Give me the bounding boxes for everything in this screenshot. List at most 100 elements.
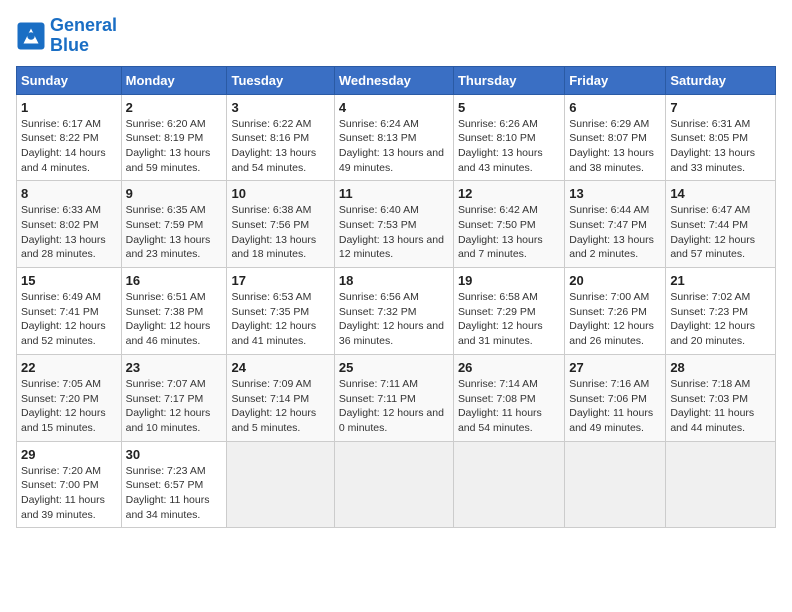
calendar-cell bbox=[453, 441, 564, 528]
day-info: Sunrise: 7:07 AMSunset: 7:17 PMDaylight:… bbox=[126, 377, 223, 436]
day-number: 30 bbox=[126, 447, 223, 462]
day-number: 6 bbox=[569, 100, 661, 115]
calendar-week-row: 22 Sunrise: 7:05 AMSunset: 7:20 PMDayligh… bbox=[17, 354, 776, 441]
day-number: 21 bbox=[670, 273, 771, 288]
day-info: Sunrise: 7:02 AMSunset: 7:23 PMDaylight:… bbox=[670, 290, 771, 349]
day-number: 14 bbox=[670, 186, 771, 201]
calendar-cell: 11 Sunrise: 6:40 AMSunset: 7:53 PMDayligh… bbox=[334, 181, 453, 268]
calendar-cell: 7Sunrise: 6:31 AMSunset: 8:05 PMDaylight… bbox=[666, 94, 776, 181]
calendar-cell: 18 Sunrise: 6:56 AMSunset: 7:32 PMDayligh… bbox=[334, 268, 453, 355]
calendar-cell: 3 Sunrise: 6:22 AMSunset: 8:16 PMDaylight… bbox=[227, 94, 334, 181]
calendar-cell: 13Sunrise: 6:44 AMSunset: 7:47 PMDayligh… bbox=[565, 181, 666, 268]
day-info: Sunrise: 6:47 AMSunset: 7:44 PMDaylight:… bbox=[670, 203, 771, 262]
calendar-week-row: 1 Sunrise: 6:17 AMSunset: 8:22 PMDaylight… bbox=[17, 94, 776, 181]
calendar-cell: 16 Sunrise: 6:51 AMSunset: 7:38 PMDayligh… bbox=[121, 268, 227, 355]
weekday-header: Saturday bbox=[666, 66, 776, 94]
calendar-cell: 29 Sunrise: 7:20 AMSunset: 7:00 PMDayligh… bbox=[17, 441, 122, 528]
day-info: Sunrise: 6:33 AMSunset: 8:02 PMDaylight:… bbox=[21, 203, 117, 262]
day-number: 4 bbox=[339, 100, 449, 115]
day-info: Sunrise: 7:14 AMSunset: 7:08 PMDaylight:… bbox=[458, 377, 560, 436]
calendar-cell: 30 Sunrise: 7:23 AMSunset: 6:57 PMDayligh… bbox=[121, 441, 227, 528]
day-info: Sunrise: 6:40 AMSunset: 7:53 PMDaylight:… bbox=[339, 203, 449, 262]
calendar-cell: 20 Sunrise: 7:00 AMSunset: 7:26 PMDayligh… bbox=[565, 268, 666, 355]
calendar-cell: 25Sunrise: 7:11 AMSunset: 7:11 PMDayligh… bbox=[334, 354, 453, 441]
calendar-cell: 8 Sunrise: 6:33 AMSunset: 8:02 PMDaylight… bbox=[17, 181, 122, 268]
calendar-cell: 14 Sunrise: 6:47 AMSunset: 7:44 PMDayligh… bbox=[666, 181, 776, 268]
calendar-cell: 2 Sunrise: 6:20 AMSunset: 8:19 PMDaylight… bbox=[121, 94, 227, 181]
calendar-table: SundayMondayTuesdayWednesdayThursdayFrid… bbox=[16, 66, 776, 529]
weekday-header: Tuesday bbox=[227, 66, 334, 94]
day-info: Sunrise: 7:16 AMSunset: 7:06 PMDaylight:… bbox=[569, 377, 661, 436]
day-info: Sunrise: 6:58 AMSunset: 7:29 PMDaylight:… bbox=[458, 290, 560, 349]
day-number: 3 bbox=[231, 100, 329, 115]
day-info: Sunrise: 6:49 AMSunset: 7:41 PMDaylight:… bbox=[21, 290, 117, 349]
calendar-cell: 6 Sunrise: 6:29 AMSunset: 8:07 PMDaylight… bbox=[565, 94, 666, 181]
weekday-header: Monday bbox=[121, 66, 227, 94]
day-info: Sunrise: 6:35 AMSunset: 7:59 PMDaylight:… bbox=[126, 203, 223, 262]
day-number: 22 bbox=[21, 360, 117, 375]
day-info: Sunrise: 7:20 AMSunset: 7:00 PMDaylight:… bbox=[21, 464, 117, 523]
day-info: Sunrise: 6:56 AMSunset: 7:32 PMDaylight:… bbox=[339, 290, 449, 349]
calendar-cell: 21 Sunrise: 7:02 AMSunset: 7:23 PMDayligh… bbox=[666, 268, 776, 355]
logo-icon bbox=[16, 21, 46, 51]
calendar-cell: 23 Sunrise: 7:07 AMSunset: 7:17 PMDayligh… bbox=[121, 354, 227, 441]
day-number: 25 bbox=[339, 360, 449, 375]
day-info: Sunrise: 6:31 AMSunset: 8:05 PMDaylight:… bbox=[670, 117, 771, 176]
day-info: Sunrise: 7:05 AMSunset: 7:20 PMDaylight:… bbox=[21, 377, 117, 436]
day-number: 12 bbox=[458, 186, 560, 201]
day-number: 24 bbox=[231, 360, 329, 375]
day-info: Sunrise: 7:23 AMSunset: 6:57 PMDaylight:… bbox=[126, 464, 223, 523]
day-info: Sunrise: 6:26 AMSunset: 8:10 PMDaylight:… bbox=[458, 117, 560, 176]
day-number: 18 bbox=[339, 273, 449, 288]
day-info: Sunrise: 6:29 AMSunset: 8:07 PMDaylight:… bbox=[569, 117, 661, 176]
day-info: Sunrise: 6:42 AMSunset: 7:50 PMDaylight:… bbox=[458, 203, 560, 262]
day-info: Sunrise: 6:20 AMSunset: 8:19 PMDaylight:… bbox=[126, 117, 223, 176]
page-header: GeneralBlue bbox=[16, 16, 776, 56]
day-info: Sunrise: 6:38 AMSunset: 7:56 PMDaylight:… bbox=[231, 203, 329, 262]
day-info: Sunrise: 6:53 AMSunset: 7:35 PMDaylight:… bbox=[231, 290, 329, 349]
calendar-week-row: 8 Sunrise: 6:33 AMSunset: 8:02 PMDaylight… bbox=[17, 181, 776, 268]
calendar-cell: 22 Sunrise: 7:05 AMSunset: 7:20 PMDayligh… bbox=[17, 354, 122, 441]
calendar-cell: 9Sunrise: 6:35 AMSunset: 7:59 PMDaylight… bbox=[121, 181, 227, 268]
calendar-cell: 1 Sunrise: 6:17 AMSunset: 8:22 PMDaylight… bbox=[17, 94, 122, 181]
calendar-cell: 5Sunrise: 6:26 AMSunset: 8:10 PMDaylight… bbox=[453, 94, 564, 181]
day-number: 16 bbox=[126, 273, 223, 288]
weekday-header: Friday bbox=[565, 66, 666, 94]
day-number: 26 bbox=[458, 360, 560, 375]
day-number: 2 bbox=[126, 100, 223, 115]
day-number: 8 bbox=[21, 186, 117, 201]
calendar-cell: 17 Sunrise: 6:53 AMSunset: 7:35 PMDayligh… bbox=[227, 268, 334, 355]
day-info: Sunrise: 7:00 AMSunset: 7:26 PMDaylight:… bbox=[569, 290, 661, 349]
calendar-cell: 4Sunrise: 6:24 AMSunset: 8:13 PMDaylight… bbox=[334, 94, 453, 181]
day-number: 11 bbox=[339, 186, 449, 201]
weekday-header: Thursday bbox=[453, 66, 564, 94]
day-info: Sunrise: 7:18 AMSunset: 7:03 PMDaylight:… bbox=[670, 377, 771, 436]
calendar-cell: 10 Sunrise: 6:38 AMSunset: 7:56 PMDayligh… bbox=[227, 181, 334, 268]
calendar-header-row: SundayMondayTuesdayWednesdayThursdayFrid… bbox=[17, 66, 776, 94]
day-info: Sunrise: 6:17 AMSunset: 8:22 PMDaylight:… bbox=[21, 117, 117, 176]
day-number: 27 bbox=[569, 360, 661, 375]
calendar-cell: 27 Sunrise: 7:16 AMSunset: 7:06 PMDayligh… bbox=[565, 354, 666, 441]
calendar-cell: 28 Sunrise: 7:18 AMSunset: 7:03 PMDayligh… bbox=[666, 354, 776, 441]
day-number: 23 bbox=[126, 360, 223, 375]
calendar-cell bbox=[666, 441, 776, 528]
weekday-header: Wednesday bbox=[334, 66, 453, 94]
day-number: 1 bbox=[21, 100, 117, 115]
calendar-cell: 19 Sunrise: 6:58 AMSunset: 7:29 PMDayligh… bbox=[453, 268, 564, 355]
day-number: 10 bbox=[231, 186, 329, 201]
day-number: 28 bbox=[670, 360, 771, 375]
day-info: Sunrise: 6:51 AMSunset: 7:38 PMDaylight:… bbox=[126, 290, 223, 349]
calendar-cell: 24 Sunrise: 7:09 AMSunset: 7:14 PMDayligh… bbox=[227, 354, 334, 441]
calendar-week-row: 29 Sunrise: 7:20 AMSunset: 7:00 PMDayligh… bbox=[17, 441, 776, 528]
day-info: Sunrise: 6:22 AMSunset: 8:16 PMDaylight:… bbox=[231, 117, 329, 176]
day-number: 19 bbox=[458, 273, 560, 288]
day-number: 29 bbox=[21, 447, 117, 462]
day-number: 17 bbox=[231, 273, 329, 288]
logo: GeneralBlue bbox=[16, 16, 117, 56]
weekday-header: Sunday bbox=[17, 66, 122, 94]
day-number: 20 bbox=[569, 273, 661, 288]
calendar-cell: 26 Sunrise: 7:14 AMSunset: 7:08 PMDayligh… bbox=[453, 354, 564, 441]
calendar-cell: 15Sunrise: 6:49 AMSunset: 7:41 PMDayligh… bbox=[17, 268, 122, 355]
day-info: Sunrise: 7:09 AMSunset: 7:14 PMDaylight:… bbox=[231, 377, 329, 436]
logo-text: GeneralBlue bbox=[50, 16, 117, 56]
